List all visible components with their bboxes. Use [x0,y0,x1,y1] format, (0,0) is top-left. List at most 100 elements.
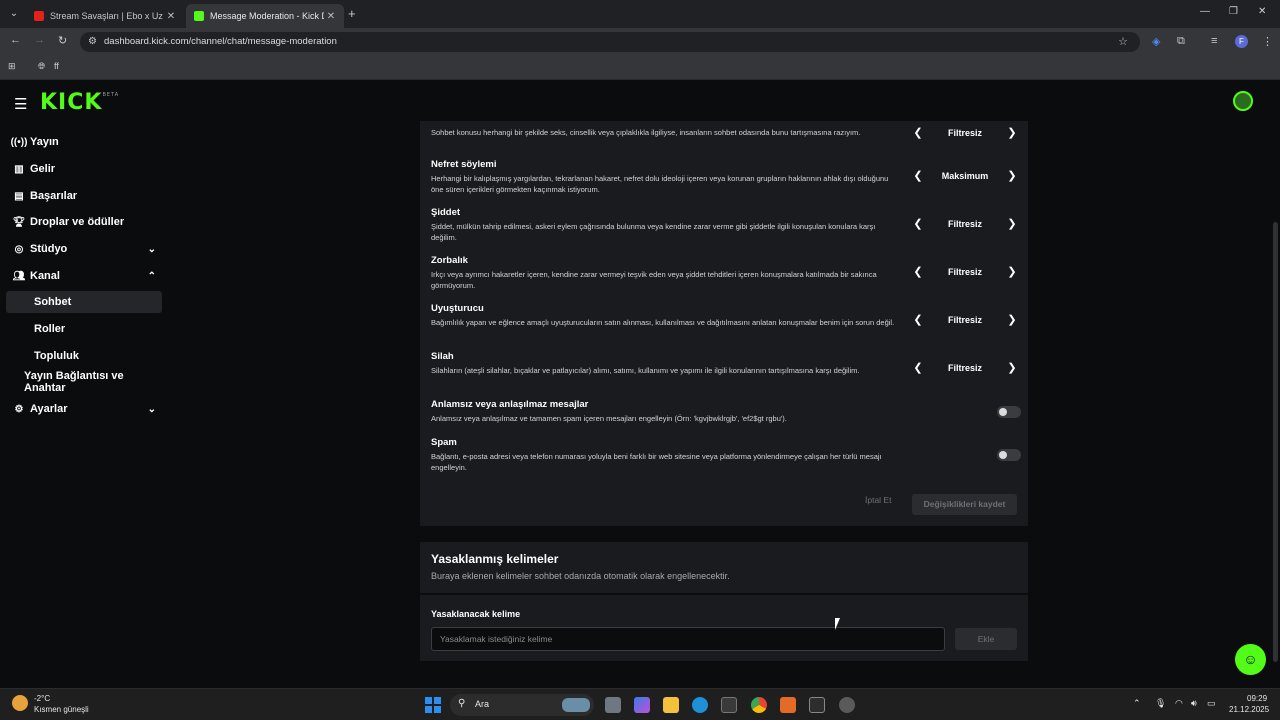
filter-value: Filtresiz [947,315,982,325]
forward-icon[interactable]: → [34,34,45,46]
apps-icon[interactable]: ⊞ [8,61,16,72]
chevron-right-icon[interactable]: ❯ [1003,263,1021,281]
page-scrollbar[interactable] [1273,222,1278,662]
new-tab-icon[interactable]: + [348,6,356,21]
chevron-left-icon[interactable]: ❮ [909,311,927,329]
sidebar-item-topluluk[interactable]: Topluluk [6,345,162,367]
close-tab-icon[interactable]: ✕ [324,11,338,22]
taskbar-search[interactable]: ⚲ Ara [450,694,594,716]
chevron-right-icon[interactable]: ❯ [1003,311,1021,329]
channel-icon: 👥︎ [12,270,26,282]
clock-time[interactable]: 09:29 [1247,694,1267,703]
save-changes-button[interactable]: Değişiklikleri kaydet [912,494,1017,515]
chevron-left-icon[interactable]: ❮ [909,167,927,185]
sidebar-item-kanal[interactable]: 👥︎ Kanal ⌃ [6,265,162,287]
moderation-row-spam: Spam Bağlantı, e-posta adresi veya telef… [431,437,1021,473]
chevron-left-icon[interactable]: ❮ [909,124,927,142]
minimize-icon[interactable]: — [1200,6,1210,17]
sidebar-item-ayarlar[interactable]: ⚙ Ayarlar ⌄ [6,398,162,420]
hamburger-menu-icon[interactable]: ☰ [14,95,27,113]
file-explorer-icon[interactable] [663,697,679,713]
sidebar-item-basarilar[interactable]: ▤ Başarılar [6,185,162,207]
chevron-right-icon[interactable]: ❯ [1003,124,1021,142]
volume-icon[interactable]: 🔊︎ [1191,698,1197,709]
chevron-left-icon[interactable]: ❮ [909,215,927,233]
support-chat-icon[interactable]: ☺ [1235,644,1266,675]
tab-stream[interactable]: Stream Savaşları | Ebo x Uz ✕ [26,4,184,28]
sidebar-item-droplar[interactable]: 🏆︎ Droplar ve ödüller [6,211,162,233]
chevron-right-icon[interactable]: ❯ [1003,215,1021,233]
trophy-icon: 🏆︎ [12,216,26,228]
menu-icon[interactable]: ⋮ [1262,35,1273,48]
microphone-icon[interactable]: 🎙︎ [1155,698,1166,709]
close-tab-icon[interactable]: ✕ [164,11,178,22]
task-view-icon[interactable] [605,697,621,713]
sidebar-item-label: Yayın [30,136,59,148]
row-description: Bağımlılık yapan ve eğlence amaçlı uyuşt… [431,318,895,327]
terminal-icon[interactable] [809,697,825,713]
copilot-icon[interactable] [634,697,650,713]
sidebar-item-yayin-baglantisi[interactable]: Yayın Bağlantısı ve Anahtar [6,370,162,394]
beta-badge: BETA [102,92,120,98]
address-bar[interactable]: ⚙ dashboard.kick.com/channel/chat/messag… [80,32,1140,52]
profile-avatar[interactable]: F [1235,35,1248,48]
chevron-left-icon[interactable]: ❮ [909,263,927,281]
site-info-icon[interactable]: ⚙ [88,36,97,47]
filter-value: Filtresiz [947,363,982,373]
edge-icon[interactable] [692,697,708,713]
cancel-button[interactable]: İptal Et [865,495,891,505]
clock-date[interactable]: 21.12.2025 [1229,705,1269,714]
row-description: Silahların (ateşli silahlar, bıçaklar ve… [431,366,860,375]
gibberish-toggle[interactable] [997,406,1021,418]
kick-logo[interactable]: KICKBETA [40,90,119,115]
filter-value: Filtresiz [947,219,982,229]
user-avatar[interactable] [1233,91,1253,111]
studio-icon: ◎ [14,243,24,255]
bookmark-ff[interactable]: ff [54,61,59,71]
extension-icon[interactable]: ◈ [1152,35,1160,48]
moderation-row-drugs: Uyuşturucu Bağımlılık yapan ve eğlence a… [431,303,1021,328]
filter-selector: ❮ Maksimum ❯ [909,167,1021,185]
tab-moderation[interactable]: Message Moderation - Kick Da ✕ [186,4,344,28]
chevron-right-icon[interactable]: ❯ [1003,359,1021,377]
reading-list-icon[interactable]: ≡ [1211,35,1217,47]
chevron-left-icon[interactable]: ❮ [909,359,927,377]
sidebar-item-yayin[interactable]: ((•)) Yayın [6,131,162,153]
wifi-icon[interactable]: ◠ [1175,698,1183,709]
weather-icon[interactable] [12,695,28,711]
chrome-icon[interactable] [751,697,767,713]
chevron-down-icon: ⌄ [147,403,156,415]
chevron-right-icon[interactable]: ❯ [1003,167,1021,185]
extensions-puzzle-icon[interactable]: ⧉ [1177,35,1185,48]
battery-icon[interactable]: ▭ [1207,698,1216,709]
achievements-icon: ▤ [14,190,24,202]
sidebar-item-gelir[interactable]: ▥ Gelir [6,158,162,180]
spam-toggle[interactable] [997,449,1021,461]
filter-value: Maksimum [941,171,989,181]
row-description: Anlamsız veya anlaşılmaz ve tamamen spam… [431,414,787,423]
moderation-row-hate: Nefret söylemi Herhangi bir kalıplaşmış … [431,159,1021,195]
app-icon[interactable] [780,697,796,713]
banned-word-input[interactable]: Yasaklamak istediğiniz kelime [431,627,945,651]
sidebar-item-roller[interactable]: Roller [6,318,162,340]
tab-search-icon[interactable]: ⌄ [6,6,22,22]
sidebar-item-sohbet[interactable]: Sohbet [6,291,162,313]
windows-taskbar: -2°C Kısmen güneşli ⚲ Ara ⌃ 🎙︎ ◠ 🔊︎ ▭ 09… [0,688,1280,720]
tray-chevron-up-icon[interactable]: ⌃ [1133,698,1141,709]
close-window-icon[interactable]: ✕ [1258,6,1266,17]
weather-description: Kısmen güneşli [34,705,89,714]
maximize-icon[interactable]: ❐ [1229,6,1238,17]
store-icon[interactable] [721,697,737,713]
sidebar-item-label: Gelir [30,163,56,175]
sidebar-item-studyo[interactable]: ◎ Stüdyo ⌄ [6,238,162,260]
toggle-knob [999,408,1007,416]
app-icon[interactable] [839,697,855,713]
banned-words-panel: Yasaklanmış kelimeler Buraya eklenen kel… [420,542,1028,661]
bookmark-star-icon[interactable]: ☆ [1118,35,1128,48]
row-description: Şiddet, mülkün tahrip edilmesi, askeri e… [431,222,876,242]
filter-selector: ❮ Filtresiz ❯ [909,215,1021,233]
windows-start-icon[interactable] [425,697,441,713]
add-word-button[interactable]: Ekle [955,628,1017,650]
back-icon[interactable]: ← [10,34,21,46]
reload-icon[interactable]: ↻ [58,34,67,47]
